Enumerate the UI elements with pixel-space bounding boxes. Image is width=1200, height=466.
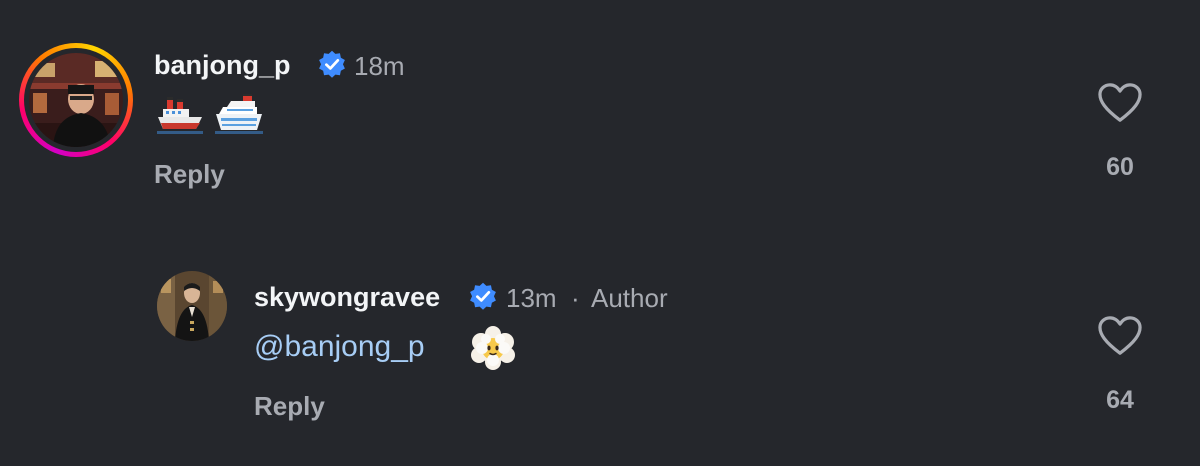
verified-badge-icon	[319, 50, 345, 78]
cargo-ship-emoji	[157, 97, 203, 134]
timestamp: 13m	[506, 283, 557, 313]
username[interactable]: skywongravee	[254, 282, 440, 313]
face-in-clouds-emoji	[471, 326, 515, 370]
avatar[interactable]	[29, 53, 123, 147]
username[interactable]: banjong_p	[154, 50, 291, 81]
timestamp: 18m	[354, 51, 405, 81]
reply-button[interactable]: Reply	[254, 391, 325, 422]
like-count: 60	[1106, 153, 1134, 181]
meta-separator: ·	[571, 283, 580, 313]
reply-button[interactable]: Reply	[154, 159, 225, 190]
author-label: Author	[591, 283, 668, 313]
mention-link[interactable]: @banjong_p	[254, 330, 425, 364]
avatar[interactable]	[157, 271, 227, 341]
verified-badge-icon	[470, 282, 496, 310]
heart-icon[interactable]	[1097, 315, 1143, 357]
like-count: 64	[1106, 386, 1134, 414]
cruise-ship-emoji	[215, 94, 263, 134]
heart-icon[interactable]	[1097, 82, 1143, 124]
